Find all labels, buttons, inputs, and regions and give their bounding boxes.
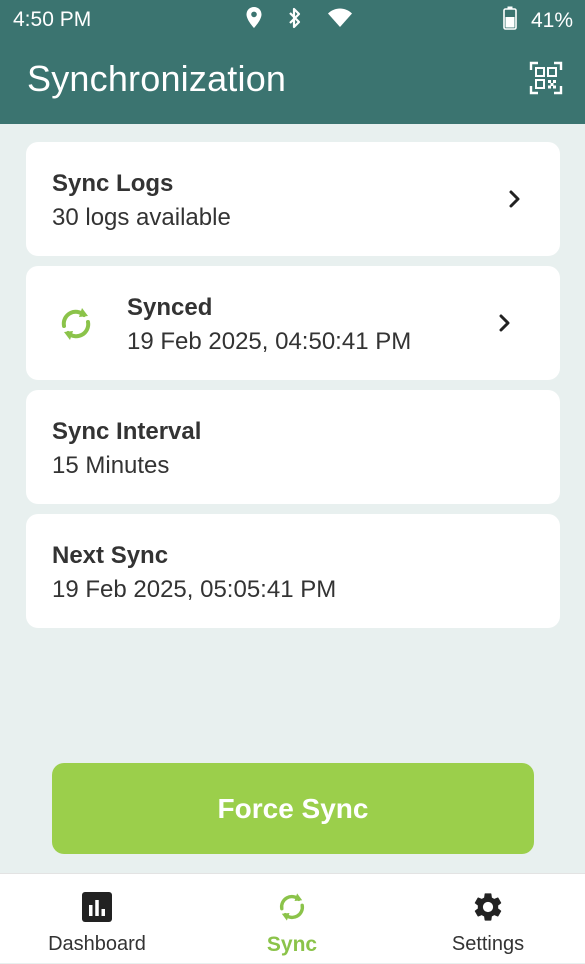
status-time: 4:50 PM [13,8,92,31]
sync-logs-title: Sync Logs [52,170,174,197]
nav-item-settings[interactable]: Settings [408,874,568,964]
battery-icon [503,6,517,36]
nav-item-sync[interactable]: Sync [212,874,372,964]
battery-percent: 41% [530,9,573,32]
sync-logs-count: 30 logs available [52,204,231,231]
status-bar: 4:50 PM 41% [0,0,585,40]
wifi-icon [327,7,353,29]
sync-icon [274,889,310,925]
app-header: 4:50 PM 41% Synchronization [0,0,585,124]
chevron-right-icon [497,312,513,334]
last-synced-time: 19 Feb 2025, 04:50:41 PM [127,328,412,355]
location-icon [245,6,263,30]
page-title: Synchronization [27,58,287,99]
sync-interval-value: 15 Minutes [52,452,170,479]
status-icons [245,6,353,30]
bar-chart-icon [79,889,115,925]
nav-item-dashboard[interactable]: Dashboard [17,874,177,964]
sync-interval-card: Sync Interval 15 Minutes [26,390,560,504]
sync-icon [56,304,96,344]
sync-interval-title: Sync Interval [52,418,202,445]
nav-label-dashboard: Dashboard [48,933,146,955]
synced-title: Synced [127,294,213,321]
synced-status-card[interactable]: Synced 19 Feb 2025, 04:50:41 PM [26,266,560,380]
bluetooth-icon [287,6,303,30]
next-sync-title: Next Sync [52,542,169,569]
chevron-right-icon [507,188,523,210]
force-sync-button[interactable]: Force Sync [52,763,534,854]
next-sync-card: Next Sync 19 Feb 2025, 05:05:41 PM [26,514,560,628]
qr-code-icon[interactable] [529,61,563,95]
bottom-nav: Dashboard Sync Settings [0,873,585,963]
nav-label-sync: Sync [266,933,318,956]
nav-label-settings: Settings [451,933,525,955]
next-sync-time: 19 Feb 2025, 05:05:41 PM [52,576,337,603]
sync-logs-card[interactable]: Sync Logs 30 logs available [26,142,560,256]
gear-icon [470,889,506,925]
status-right: 41% [503,6,573,36]
